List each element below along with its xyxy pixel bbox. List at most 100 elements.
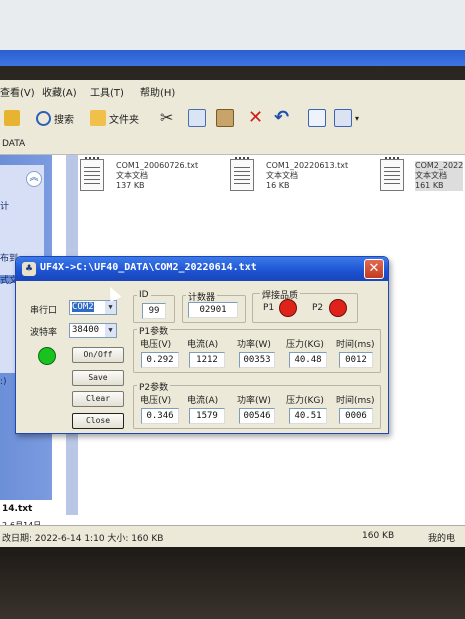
p1-col-power: 功率(W) [237,340,271,350]
clear-button[interactable]: Clear [72,391,124,407]
save-button[interactable]: Save [72,370,124,386]
port-select[interactable]: COM2 ▼ [69,300,117,315]
search-label: 搜索 [54,114,74,126]
chevron-down-icon: ▼ [105,301,116,314]
cut-button[interactable]: ✂ [160,107,176,129]
text-file-icon[interactable] [230,157,254,191]
file-type: 文本文档 [266,171,298,180]
text-file-icon[interactable] [80,157,104,191]
scissors-icon: ✂ [160,108,174,127]
dialog-title: UF4X->C:\UF40_DATA\COM2_20220614.txt [40,262,257,273]
port-label: 串行口 [30,306,58,316]
p2-label: P2 [312,303,324,313]
copy-button[interactable] [188,107,206,129]
selected-file-name: 14.txt [2,504,33,514]
p1-quality-led [279,299,297,317]
counter-value: 02901 [188,302,238,318]
p1-params-label: P1参数 [137,324,171,337]
menu-bar: 查看(V) 收藏(A) 工具(T) 帮助(H) [0,80,465,100]
file-name: COM1_20060726.txt [116,161,199,170]
properties-icon [308,109,326,127]
p1-col-pressure: 压力(KG) [286,340,324,350]
menu-favorites[interactable]: 收藏(A) [42,84,77,99]
app-icon: ♣ [22,262,36,276]
explorer-title-bar [0,50,465,66]
baud-value: 38400 [72,325,100,335]
menu-view[interactable]: 查看(V) [0,84,35,99]
p1-current-value: 1212 [189,352,225,368]
views-dropdown-icon: ▾ [355,113,360,123]
status-led [38,347,56,365]
folders-button[interactable]: 文件夹 [90,107,139,129]
id-label: ID [137,290,151,300]
text-file-icon[interactable] [380,157,404,191]
address-text[interactable]: DATA [2,139,25,149]
port-value: COM2 [72,302,94,312]
copy-icon [188,109,206,127]
delete-button[interactable]: ✕ [248,107,264,129]
file-item-selected[interactable]: COM2_2022 文本文档 161 KB [415,161,464,191]
file-size: 161 KB [415,181,444,190]
file-type: 文本文档 [116,171,148,180]
uf4x-dialog: ♣ UF4X->C:\UF40_DATA\COM2_20220614.txt ✕… [15,256,389,434]
chevron-up-icon[interactable]: ︽ [26,171,42,187]
baud-select[interactable]: 38400 ▼ [69,323,117,338]
undo-button[interactable]: ↶ [274,107,290,129]
p2-time-value: 0006 [339,408,373,424]
p1-voltage-value: 0.292 [141,352,179,368]
p1-power-value: 00353 [239,352,275,368]
p2-voltage-value: 0.346 [141,408,179,424]
p2-power-value: 00546 [239,408,275,424]
up-folder-button[interactable] [4,107,20,129]
file-name: COM1_20220613.txt [266,161,349,170]
p2-params-label: P2参数 [137,380,171,393]
p2-quality-led [329,299,347,317]
p2-col-pressure: 压力(KG) [286,396,324,406]
file-item[interactable]: COM1_20220613.txt 文本文档 16 KB [266,161,348,191]
views-button[interactable]: ▾ [334,107,359,129]
task-pane-label-4: :) [0,377,7,387]
p1-col-current: 电流(A) [187,340,219,350]
p2-col-time: 时间(ms) [336,396,375,406]
desk-background [0,547,465,619]
p1-pressure-value: 40.48 [289,352,327,368]
search-button[interactable]: 搜索 [36,107,74,129]
folders-label: 文件夹 [109,114,139,126]
dialog-title-bar[interactable]: ♣ UF4X->C:\UF40_DATA\COM2_20220614.txt ✕ [16,257,388,281]
menu-help[interactable]: 帮助(H) [140,84,175,99]
close-dialog-button[interactable]: Close [72,413,124,429]
status-modified: 改日期: 2022-6-14 1:10 大小: 160 KB [2,534,164,544]
p1-time-value: 0012 [339,352,373,368]
p2-current-value: 1579 [189,408,225,424]
undo-icon: ↶ [274,107,290,128]
p1-label: P1 [263,303,275,313]
status-size: 160 KB [362,531,395,541]
file-item[interactable]: COM1_20060726.txt 文本文档 137 KB [116,161,198,191]
views-icon [334,109,352,127]
properties-button[interactable] [308,107,326,129]
p2-col-current: 电流(A) [187,396,219,406]
p2-pressure-value: 40.51 [289,408,327,424]
menu-tools[interactable]: 工具(T) [90,84,124,99]
quality-label: 焊接品质 [260,288,301,301]
status-bar: 改日期: 2022-6-14 1:10 大小: 160 KB 160 KB 我的… [0,525,465,548]
search-icon [36,110,51,126]
id-value: 99 [142,303,166,319]
file-type: 文本文档 [415,171,447,180]
baud-label: 波特率 [30,328,58,338]
file-size: 137 KB [116,181,145,190]
onoff-button[interactable]: On/Off [72,347,124,363]
delete-x-icon: ✕ [248,107,264,128]
up-folder-icon [4,110,20,126]
file-name: COM2_2022 [415,161,464,170]
paste-icon [216,109,234,127]
address-bar: DATA [0,136,465,155]
p1-col-voltage: 电压(V) [140,340,172,350]
file-size: 16 KB [266,181,290,190]
paste-button[interactable] [216,107,234,129]
close-icon: ✕ [368,261,380,276]
chevron-down-icon: ▼ [105,324,116,337]
folder-icon [90,110,106,126]
toolbar: 搜索 文件夹 ✂ ✕ ↶ ▾ [0,100,465,137]
close-button[interactable]: ✕ [364,259,384,279]
